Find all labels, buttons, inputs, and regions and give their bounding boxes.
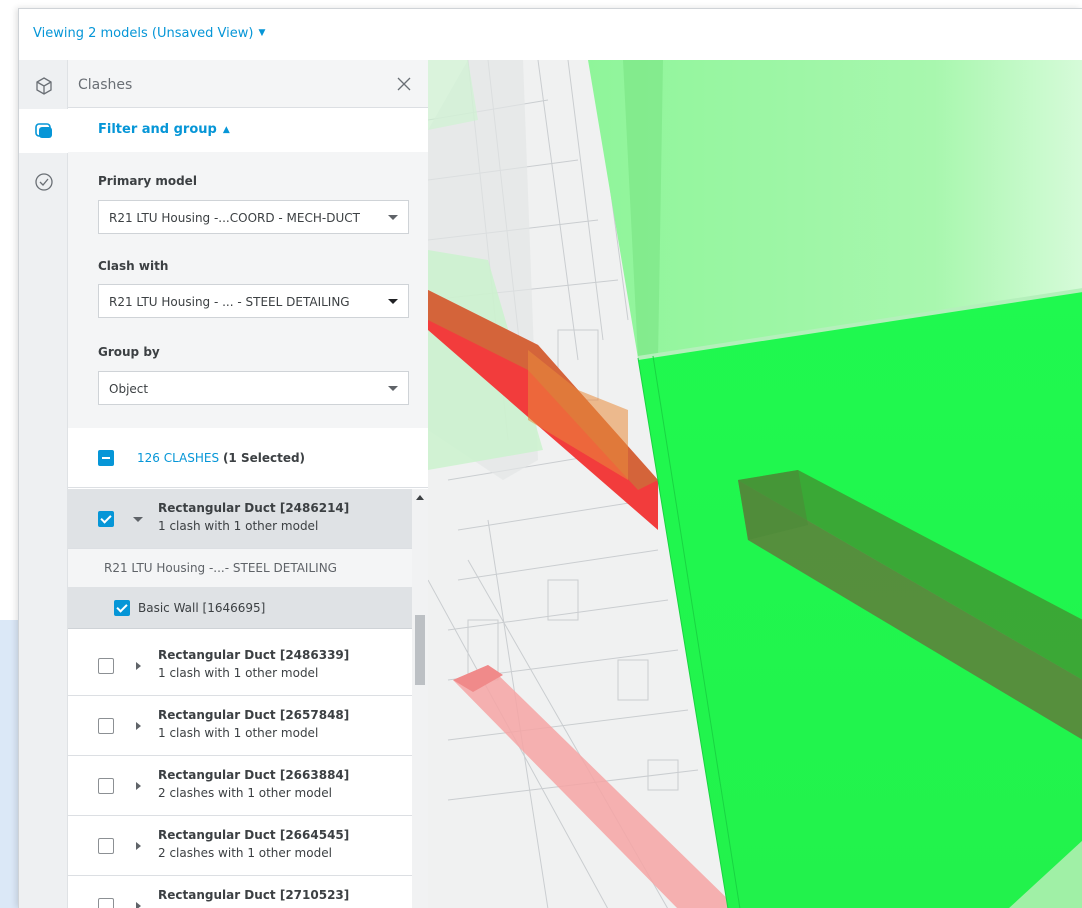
filter-group-bar: Filter and group ▲: [68, 108, 428, 152]
expand-down-icon[interactable]: [133, 517, 143, 522]
row-subtitle: 1 clash with 1 other model: [158, 519, 319, 533]
expand-right-icon[interactable]: [136, 662, 141, 670]
expand-right-icon[interactable]: [136, 902, 141, 908]
desktop-backdrop: [0, 620, 20, 908]
row-title: Rectangular Duct [2486214]: [158, 501, 350, 515]
clash-summary: 126 CLASHES (1 Selected): [68, 428, 428, 488]
row-title: Rectangular Duct [2664545]: [158, 828, 350, 842]
selected-count: (1 Selected): [222, 451, 306, 465]
caret-up-icon: ▲: [222, 125, 230, 135]
row-checkbox[interactable]: [98, 838, 114, 854]
row-checkbox[interactable]: [98, 898, 114, 908]
clash-with-value: R21 LTU Housing - ... - STEEL DETAILING: [109, 295, 350, 309]
row-subtitle: 1 clash with 1 other model: [158, 726, 319, 740]
clash-row[interactable]: Rectangular Duct [2486214] 1 clash with …: [68, 489, 412, 549]
object-label: Basic Wall [1646695]: [138, 601, 266, 615]
dropdown-arrow-icon: [388, 386, 398, 391]
rail-models-button[interactable]: [19, 64, 68, 108]
dropdown-arrow-icon: [388, 215, 398, 220]
group-by-label: Group by: [98, 345, 160, 359]
primary-model-value: R21 LTU Housing -...COORD - MECH-DUCT: [109, 211, 360, 225]
clash-row[interactable]: Rectangular Duct [2486339] 1 clash with …: [68, 636, 412, 696]
header-bar: Viewing 2 models (Unsaved View) ▼: [19, 9, 1082, 60]
primary-model-label: Primary model: [98, 174, 197, 188]
clash-object-row[interactable]: Basic Wall [1646695]: [68, 587, 412, 629]
rail-issues-button[interactable]: [19, 160, 68, 204]
row-title: Rectangular Duct [2657848]: [158, 708, 350, 722]
cube-icon: [35, 77, 52, 95]
panel-title: Clashes: [78, 77, 133, 93]
filters-section: Primary model R21 LTU Housing -...COORD …: [68, 152, 428, 428]
clash-row[interactable]: Rectangular Duct [2657848] 1 clash with …: [68, 696, 412, 756]
close-icon[interactable]: [394, 74, 414, 94]
model-scene: [428, 60, 1082, 908]
expand-right-icon[interactable]: [136, 842, 141, 850]
clash-summary-text: 126 CLASHES (1 Selected): [137, 451, 305, 465]
clash-count[interactable]: 126 CLASHES: [137, 451, 219, 465]
list-scrollbar[interactable]: [412, 489, 428, 908]
view-selector-label: Viewing 2 models (Unsaved View): [33, 26, 254, 41]
filter-group-toggle[interactable]: Filter and group ▲: [98, 122, 230, 137]
clash-list: Rectangular Duct [2486214] 1 clash with …: [68, 489, 428, 908]
clash-row[interactable]: Rectangular Duct [2664545] 2 clashes wit…: [68, 816, 412, 876]
expand-right-icon[interactable]: [136, 782, 141, 790]
row-subtitle: 1 clash with 1 other model: [158, 666, 319, 680]
row-subtitle: 2 clashes with 1 other model: [158, 846, 332, 860]
expand-right-icon[interactable]: [136, 722, 141, 730]
row-checkbox[interactable]: [98, 511, 114, 527]
group-by-select[interactable]: Object: [98, 371, 409, 405]
select-all-checkbox[interactable]: [98, 450, 114, 466]
panel-header: Clashes: [68, 60, 428, 108]
rail-clashes-button[interactable]: [19, 109, 68, 153]
object-checkbox[interactable]: [114, 600, 130, 616]
clash-other-model: R21 LTU Housing -...- STEEL DETAILING: [68, 549, 412, 587]
filter-group-label: Filter and group: [98, 122, 217, 137]
group-by-value: Object: [109, 382, 149, 396]
row-title: Rectangular Duct [2710523]: [158, 888, 350, 902]
clashes-panel: Clashes Filter and group ▲ Primary model …: [68, 60, 428, 908]
row-checkbox[interactable]: [98, 778, 114, 794]
other-model-label: R21 LTU Housing -...- STEEL DETAILING: [104, 561, 337, 575]
view-selector[interactable]: Viewing 2 models (Unsaved View) ▼: [33, 26, 265, 41]
clash-with-select[interactable]: R21 LTU Housing - ... - STEEL DETAILING: [98, 284, 409, 318]
model-viewport[interactable]: [428, 60, 1082, 908]
clash-row[interactable]: Rectangular Duct [2663884] 2 clashes wit…: [68, 756, 412, 816]
clash-with-label: Clash with: [98, 259, 169, 273]
icon-rail: [19, 60, 68, 908]
row-checkbox[interactable]: [98, 658, 114, 674]
dropdown-arrow-icon: [388, 299, 398, 304]
clash-row[interactable]: Rectangular Duct [2710523]: [68, 876, 412, 908]
layers-icon: [34, 123, 52, 138]
viewer-window: Viewing 2 models (Unsaved View) ▼ Clashes: [18, 8, 1082, 908]
scroll-up-arrow-icon[interactable]: [416, 495, 424, 500]
row-subtitle: 2 clashes with 1 other model: [158, 786, 332, 800]
primary-model-select[interactable]: R21 LTU Housing -...COORD - MECH-DUCT: [98, 200, 409, 234]
check-circle-icon: [34, 173, 53, 191]
row-title: Rectangular Duct [2486339]: [158, 648, 350, 662]
caret-down-icon: ▼: [258, 28, 266, 38]
scroll-thumb[interactable]: [415, 615, 425, 685]
row-title: Rectangular Duct [2663884]: [158, 768, 350, 782]
row-checkbox[interactable]: [98, 718, 114, 734]
